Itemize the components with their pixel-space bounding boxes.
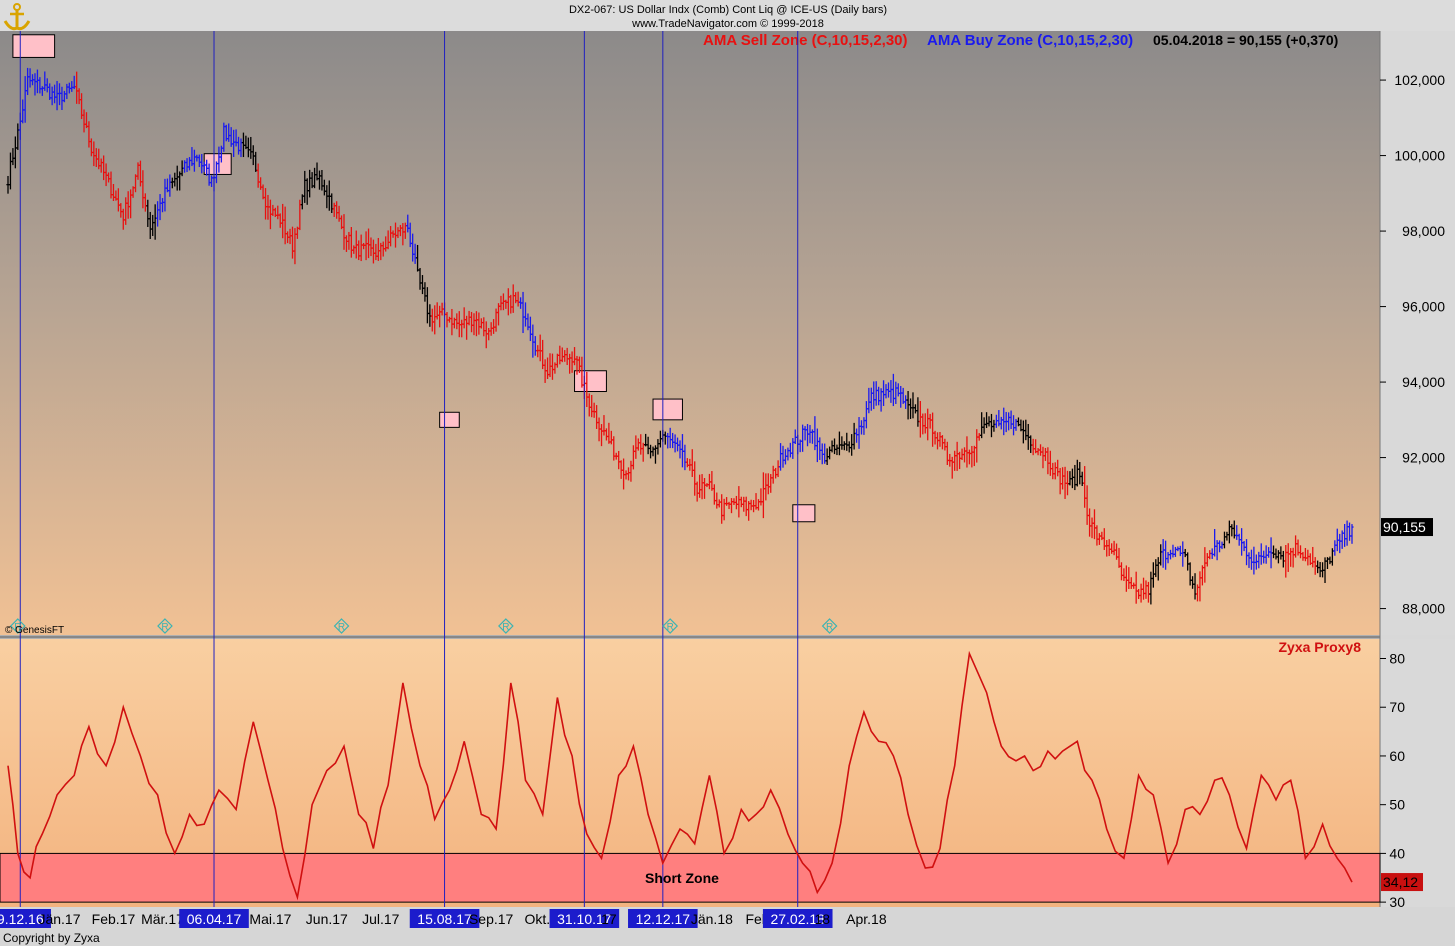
x-axis-label: Jän.17: [38, 911, 80, 927]
x-axis-label: Mär.17: [141, 911, 184, 927]
price-axis-label: 100,000: [1394, 148, 1445, 164]
x-axis-label: 18: [814, 911, 830, 927]
price-axis-label: 94,000: [1402, 374, 1445, 390]
x-axis-label: Jun.17: [306, 911, 348, 927]
price-axis-label: 102,000: [1394, 72, 1445, 88]
sell-zone-box: [575, 371, 607, 392]
oscillator-axis-label: 80: [1389, 650, 1405, 666]
sell-zone-box: [653, 399, 682, 420]
price-axis-label: 92,000: [1402, 450, 1445, 466]
short-zone-label: Short Zone: [645, 870, 719, 886]
oscillator-axis-label: 30: [1389, 894, 1405, 910]
oscillator-axis-label: 60: [1389, 748, 1405, 764]
oscillator-axis-label: 70: [1389, 699, 1405, 715]
chart-subtitle: www.TradeNavigator.com © 1999-2018: [631, 18, 824, 30]
sell-zone-box: [793, 505, 815, 522]
last-oscillator-label: 34,12: [1383, 874, 1418, 890]
x-axis-label: Apr.18: [846, 911, 887, 927]
x-axis-label: Feb.17: [92, 911, 136, 927]
signal-date-label: 9.12.16: [0, 911, 44, 927]
oscillator-title: Zyxa Proxy8: [1279, 639, 1362, 655]
signal-date-label: 12.12.17: [636, 911, 691, 927]
r-marker-label: R: [338, 622, 345, 633]
sell-zone-box: [440, 412, 460, 427]
price-panel: [0, 31, 1380, 635]
signal-date-label: 06.04.17: [187, 911, 242, 927]
x-axis-label: Mai.17: [249, 911, 291, 927]
last-price-label: 90,155: [1383, 519, 1426, 535]
x-axis-label: Sep.17: [469, 911, 514, 927]
r-marker-label: R: [161, 622, 168, 633]
r-marker-label: R: [667, 622, 674, 633]
x-axis-label: Jul.17: [362, 911, 400, 927]
price-axis-label: 88,000: [1402, 601, 1445, 617]
price-axis-label: 98,000: [1402, 223, 1445, 239]
r-marker-label: R: [826, 622, 833, 633]
oscillator-axis-label: 40: [1389, 845, 1405, 861]
x-axis-label: 17: [601, 911, 617, 927]
chart-title: DX2-067: US Dollar Indx (Comb) Cont Liq …: [569, 4, 887, 16]
x-axis-label: Jän.18: [691, 911, 733, 927]
signal-date-label: 15.08.17: [417, 911, 472, 927]
r-marker-label: R: [502, 622, 509, 633]
last-value-readout: 05.04.2018 = 90,155 (+0,370): [1153, 32, 1338, 48]
sell-zone-box: [13, 35, 55, 58]
legend-sell-zone: AMA Sell Zone (C,10,15,2,30): [703, 32, 908, 49]
price-axis-label: 96,000: [1402, 299, 1445, 315]
genesis-credit: © GenesisFT: [5, 625, 64, 636]
chart: DX2-067: US Dollar Indx (Comb) Cont Liq …: [0, 0, 1455, 946]
copyright: Copyright by Zyxa: [3, 931, 100, 945]
oscillator-axis-label: 50: [1389, 797, 1405, 813]
legend-buy-zone: AMA Buy Zone (C,10,15,2,30): [927, 32, 1133, 49]
